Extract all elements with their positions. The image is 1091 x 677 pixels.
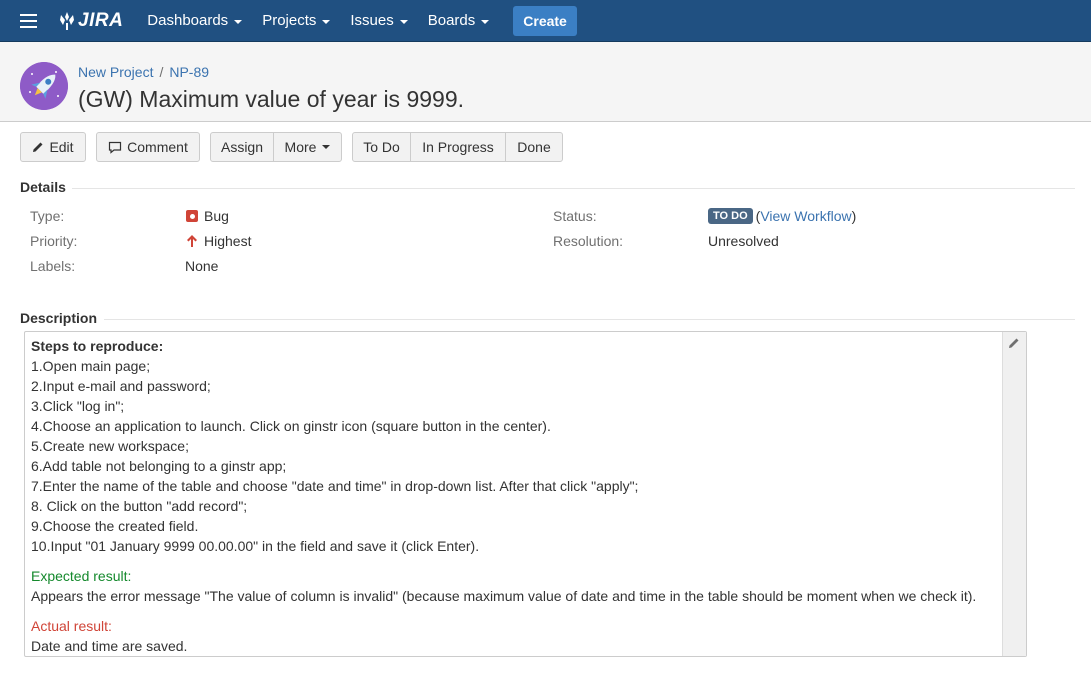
- jira-logo[interactable]: JIRA: [57, 10, 123, 32]
- step-item: 4.Choose an application to launch. Click…: [31, 418, 551, 434]
- description-heading: Description: [20, 310, 98, 326]
- step-item: 2.Input e-mail and password;: [31, 378, 211, 394]
- breadcrumb-issue-key-link[interactable]: NP-89: [169, 64, 209, 80]
- status-value: TO DO (View Workflow): [708, 208, 856, 224]
- step-item: 6.Add table not belonging to a ginstr ap…: [31, 458, 287, 474]
- page-title: (GW) Maximum value of year is 9999.: [78, 86, 465, 112]
- type-label: Type:: [30, 208, 65, 224]
- nav-projects[interactable]: Projects: [252, 0, 340, 41]
- view-workflow-paren-close: ): [851, 208, 857, 224]
- description-edit-toggle[interactable]: [1002, 332, 1026, 656]
- priority-value: Highest: [186, 233, 251, 249]
- status-badge: TO DO: [708, 208, 753, 224]
- breadcrumb-separator: /: [159, 64, 164, 80]
- step-item: 3.Click "log in";: [31, 398, 125, 414]
- expected-result-text: Appears the error message "The value of …: [31, 588, 977, 604]
- more-button-label: More: [284, 139, 317, 155]
- chevron-down-icon: [481, 19, 490, 24]
- comment-icon: [109, 141, 122, 154]
- assign-button[interactable]: Assign: [210, 132, 274, 162]
- project-avatar[interactable]: [20, 62, 68, 110]
- actual-result-label: Actual result:: [31, 618, 112, 634]
- steps-heading: Steps to reproduce:: [31, 338, 164, 354]
- step-item: 10.Input "01 January 9999 00.00.00" in t…: [31, 538, 480, 554]
- step-item: 7.Enter the name of the table and choose…: [31, 478, 639, 494]
- step-item: 5.Create new workspace;: [31, 438, 189, 454]
- step-item: 9.Choose the created field.: [31, 518, 199, 534]
- nav-projects-label: Projects: [262, 12, 317, 29]
- jira-logo-icon: [60, 11, 74, 30]
- priority-label: Priority:: [30, 233, 78, 249]
- view-workflow-link[interactable]: View Workflow: [760, 208, 851, 224]
- description-content: Steps to reproduce: 1.Open main page; 2.…: [31, 336, 1001, 656]
- arrow-up-icon: [187, 235, 197, 247]
- nav-dashboards[interactable]: Dashboards: [137, 0, 252, 41]
- chevron-down-icon: [322, 19, 331, 24]
- chevron-down-icon: [322, 145, 331, 149]
- nav-issues[interactable]: Issues: [340, 0, 417, 41]
- nav-boards-label: Boards: [427, 12, 476, 29]
- resolution-value: Unresolved: [708, 233, 779, 249]
- breadcrumb: New Project / NP-89: [78, 64, 209, 80]
- resolution-label: Resolution:: [553, 233, 624, 249]
- details-divider: [72, 188, 1075, 189]
- top-navigation-bar: JIRA Dashboards Projects Issues Boards C…: [0, 0, 1091, 42]
- edit-button-label: Edit: [49, 139, 74, 155]
- expected-result-label: Expected result:: [31, 568, 132, 584]
- chevron-down-icon: [399, 19, 408, 24]
- menu-icon[interactable]: [9, 0, 47, 41]
- nav-boards[interactable]: Boards: [418, 0, 500, 41]
- done-button[interactable]: Done: [505, 132, 563, 162]
- details-heading: Details: [20, 179, 66, 195]
- labels-label: Labels:: [30, 258, 76, 274]
- bug-icon: [186, 210, 198, 222]
- nav-dashboards-label: Dashboards: [147, 12, 229, 29]
- comment-button-label: Comment: [127, 139, 188, 155]
- pencil-icon: [33, 142, 43, 152]
- breadcrumb-project-link[interactable]: New Project: [78, 64, 153, 80]
- nav-issues-label: Issues: [350, 12, 394, 29]
- more-button[interactable]: More: [273, 132, 342, 162]
- status-label: Status:: [553, 208, 597, 224]
- step-item: 8. Click on the button "add record";: [31, 498, 248, 514]
- todo-button[interactable]: To Do: [352, 132, 411, 162]
- type-value-text: Bug: [204, 208, 229, 224]
- type-value: Bug: [186, 208, 229, 224]
- chevron-down-icon: [234, 19, 243, 24]
- comment-button[interactable]: Comment: [96, 132, 200, 162]
- description-field[interactable]: Steps to reproduce: 1.Open main page; 2.…: [24, 331, 1027, 657]
- actual-result-text: Date and time are saved.: [31, 638, 188, 654]
- issue-header: New Project / NP-89 (GW) Maximum value of …: [0, 42, 1091, 122]
- pencil-icon: [1009, 338, 1019, 348]
- priority-value-text: Highest: [204, 233, 252, 249]
- step-item: 1.Open main page;: [31, 358, 151, 374]
- labels-value[interactable]: None: [185, 258, 218, 274]
- in-progress-button[interactable]: In Progress: [410, 132, 506, 162]
- description-divider: [104, 319, 1075, 320]
- rocket-icon: [20, 62, 68, 110]
- edit-button[interactable]: Edit: [20, 132, 86, 162]
- logo-text: JIRA: [78, 9, 124, 31]
- create-button[interactable]: Create: [513, 5, 577, 36]
